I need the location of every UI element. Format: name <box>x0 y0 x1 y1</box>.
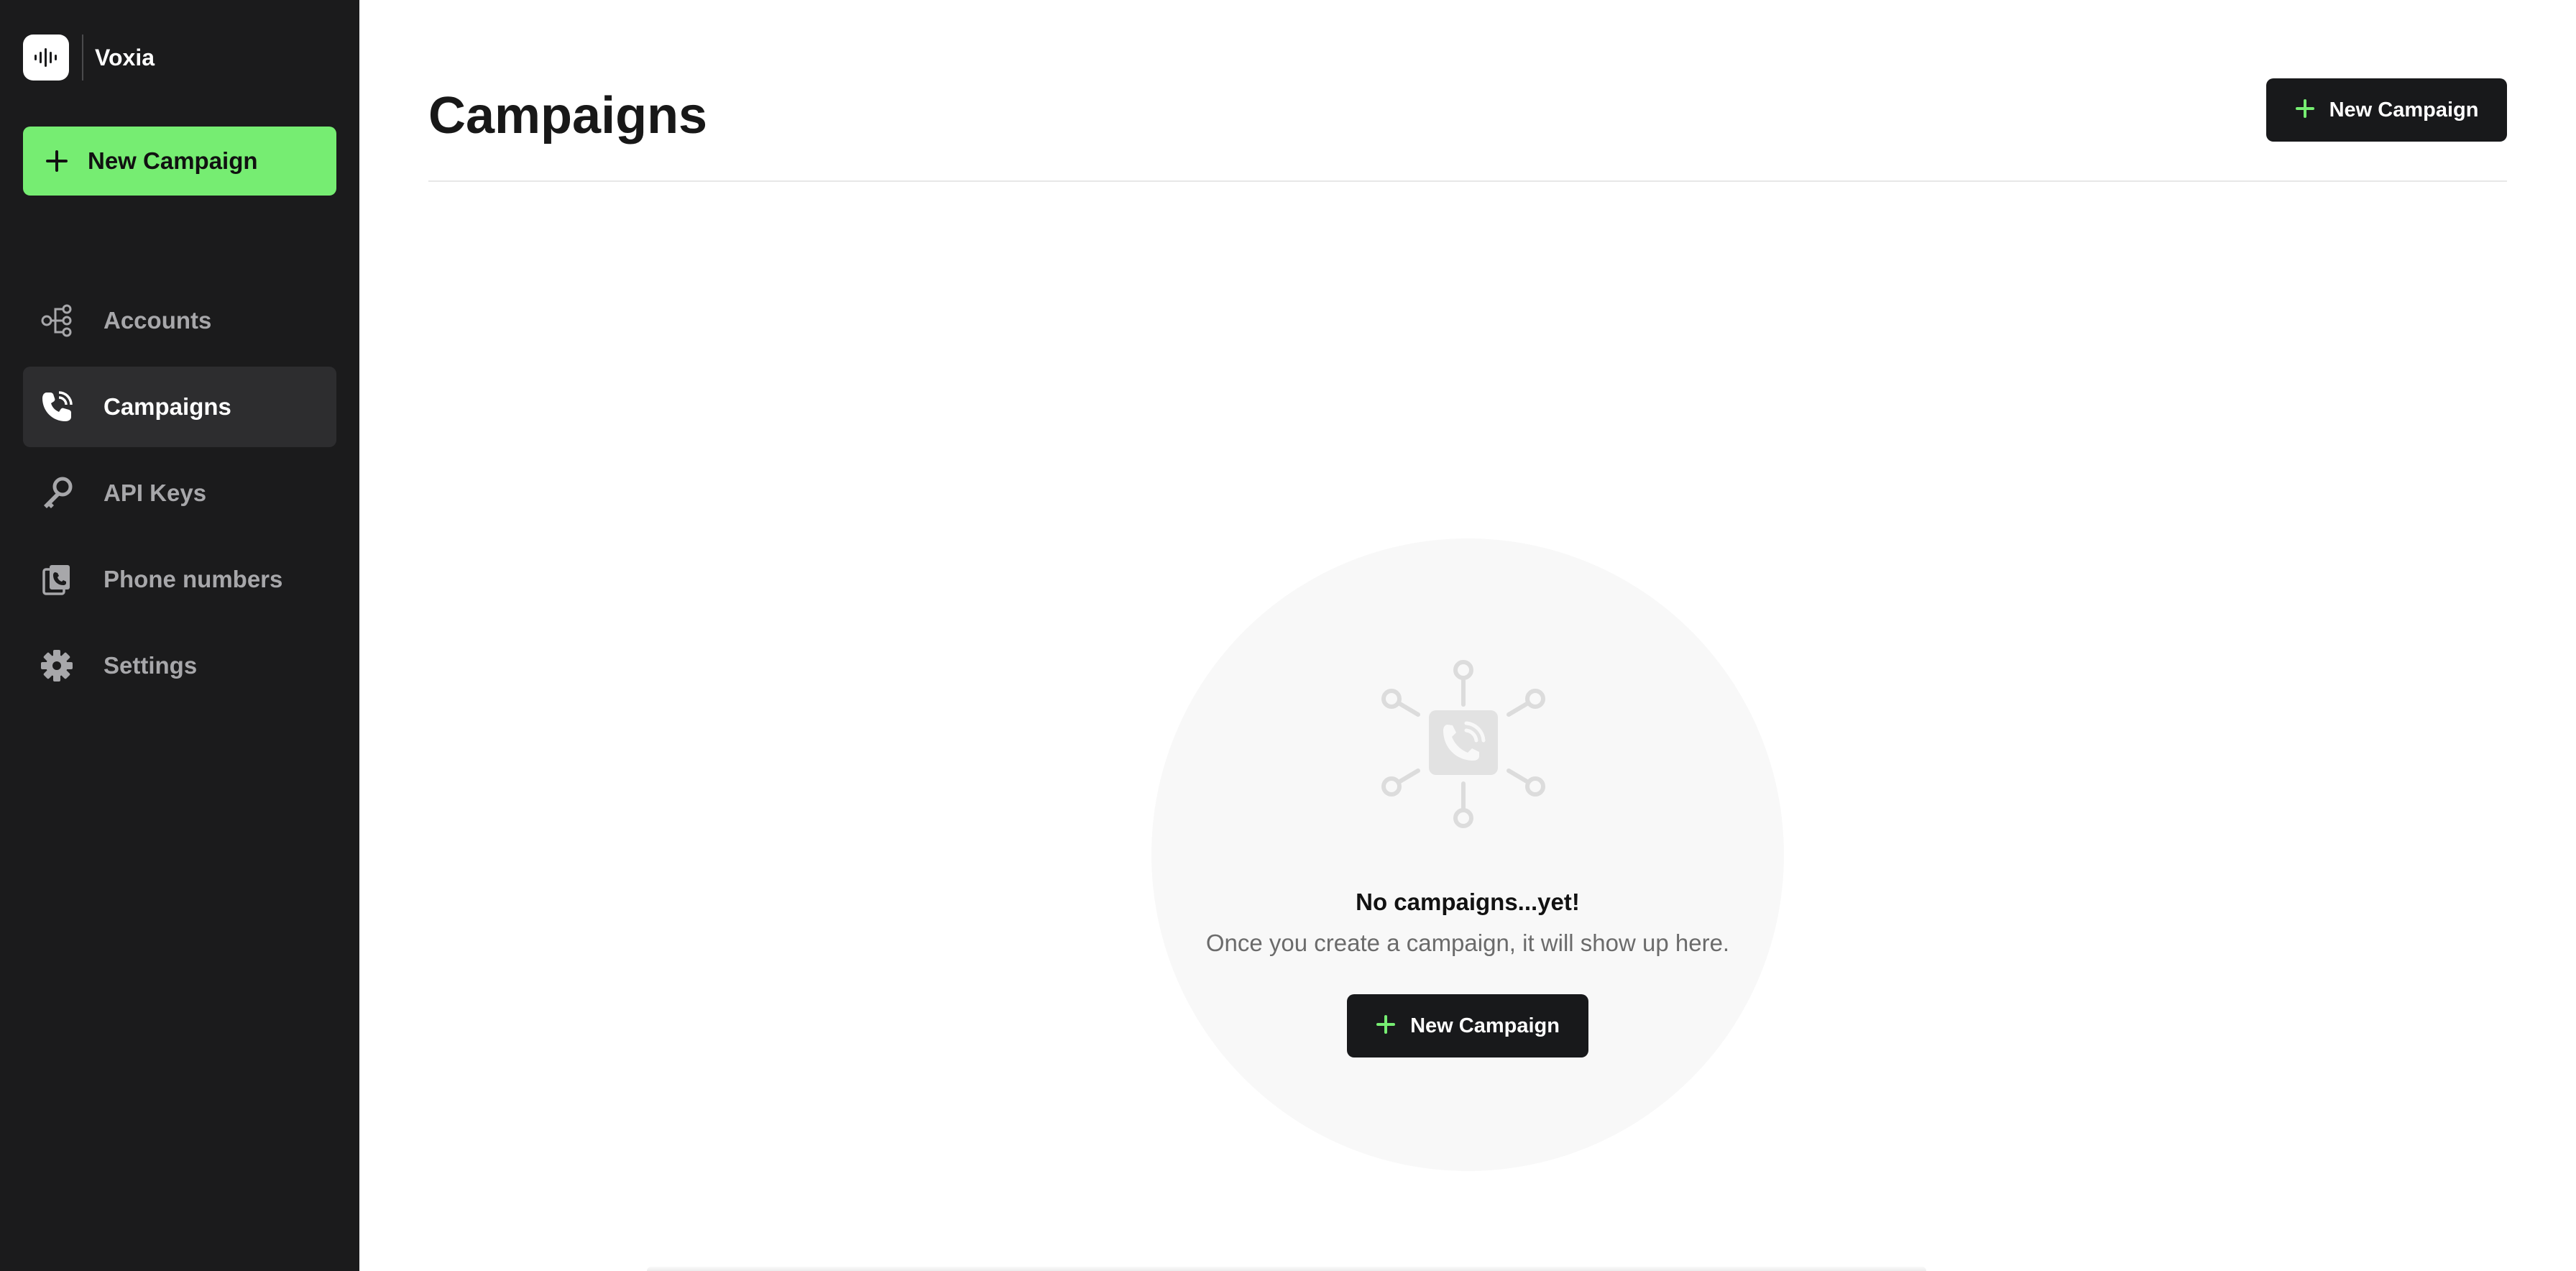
page-title: Campaigns <box>428 87 708 144</box>
sidebar-item-label: Campaigns <box>104 393 231 420</box>
app-window: Voxia New Campaign Accounts Campaigns AP… <box>0 0 2576 1271</box>
key-icon <box>39 475 75 511</box>
sidebar-nav: Accounts Campaigns API Keys Phone number… <box>23 280 336 712</box>
empty-state-new-campaign-label: New Campaign <box>1410 1014 1560 1037</box>
empty-state-new-campaign-button[interactable]: New Campaign <box>1347 994 1588 1057</box>
waveform-icon <box>23 35 69 81</box>
header-divider <box>428 180 2507 182</box>
accounts-tree-icon <box>39 303 75 339</box>
main-content: Campaigns New Campaign No campaigns...ye… <box>359 0 2576 1271</box>
sidebar-item-label: Settings <box>104 652 198 679</box>
sidebar-item-campaigns[interactable]: Campaigns <box>23 367 336 447</box>
phone-numbers-icon <box>39 561 75 597</box>
header-new-campaign-label: New Campaign <box>2329 98 2479 121</box>
gear-icon <box>39 648 75 684</box>
sidebar-item-api-keys[interactable]: API Keys <box>23 453 336 533</box>
sidebar-item-settings[interactable]: Settings <box>23 625 336 706</box>
sidebar-item-label: Accounts <box>104 307 212 334</box>
empty-state-subtitle: Once you create a campaign, it will show… <box>1205 930 1730 956</box>
header-new-campaign-button[interactable]: New Campaign <box>2266 78 2507 142</box>
sidebar-new-campaign-label: New Campaign <box>88 147 258 174</box>
brand[interactable]: Voxia <box>23 35 155 81</box>
plus-icon <box>1376 1014 1396 1038</box>
brand-name: Voxia <box>95 44 155 70</box>
empty-state-background <box>1151 538 1784 1171</box>
brand-divider <box>82 35 83 81</box>
sidebar-item-label: Phone numbers <box>104 566 283 592</box>
empty-state-title: No campaigns...yet! <box>1356 889 1580 915</box>
sidebar-item-label: API Keys <box>104 480 207 506</box>
sidebar-new-campaign-button[interactable]: New Campaign <box>23 127 336 196</box>
sidebar-item-phone-numbers[interactable]: Phone numbers <box>23 539 336 620</box>
phone-call-icon <box>39 389 75 425</box>
sidebar-item-accounts[interactable]: Accounts <box>23 280 336 361</box>
bottom-panel-edge <box>647 1267 1926 1271</box>
phone-network-icon <box>1377 654 1550 834</box>
sidebar: Voxia New Campaign Accounts Campaigns AP… <box>0 0 359 1271</box>
plus-icon <box>2295 98 2315 122</box>
plus-icon <box>45 149 69 173</box>
